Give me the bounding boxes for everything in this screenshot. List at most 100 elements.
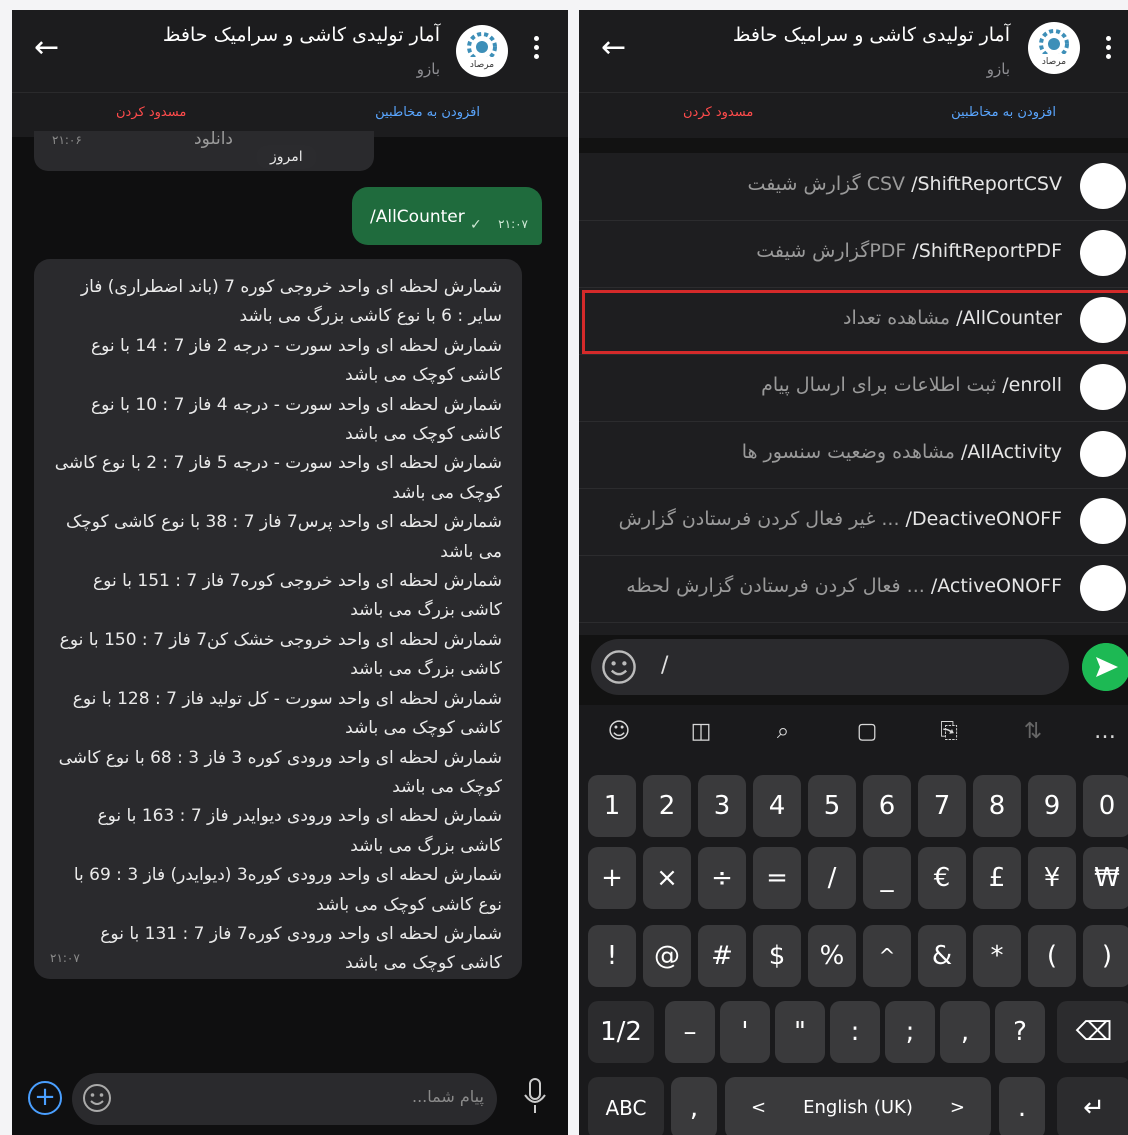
chat-header: ← آمار تولیدی کاشی و سرامیک حافظ بازو مر… — [579, 10, 1128, 92]
key-3[interactable]: 3 — [698, 775, 746, 837]
clipboard-icon[interactable]: ▢ — [853, 719, 881, 747]
key-abc[interactable]: ABC — [588, 1077, 664, 1135]
keyboard: ☺ ◫ ⌕ ▢ ⎘ ⇅ … 1 2 3 4 5 6 7 8 9 0 + × ÷ … — [579, 705, 1128, 1135]
key-1[interactable]: 1 — [588, 775, 636, 837]
attach-plus-icon[interactable]: + — [28, 1081, 62, 1115]
back-arrow-icon[interactable]: ← — [34, 30, 59, 65]
back-arrow-icon[interactable]: ← — [601, 30, 626, 65]
key-2[interactable]: 2 — [643, 775, 691, 837]
command-item[interactable]: گزارش شیفتPDF /ShiftReportPDF — [579, 220, 1128, 288]
bot-avatar — [1080, 565, 1126, 611]
add-contact-button[interactable]: افزودن به مخاطبین — [951, 105, 1056, 120]
key-caret[interactable]: ^ — [863, 925, 911, 987]
command-item[interactable]: فعال کردن فرستادن گزارش لحظه ... /Active… — [579, 555, 1128, 623]
key-5[interactable]: 5 — [808, 775, 856, 837]
outgoing-message-bubble[interactable]: /AllCounter ✓ ۲۱:۰۷ — [352, 187, 542, 245]
key-yen[interactable]: ¥ — [1028, 847, 1076, 909]
key-semicolon[interactable]: ; — [885, 1001, 935, 1063]
key-multiply[interactable]: × — [643, 847, 691, 909]
emoji-icon[interactable] — [601, 649, 637, 685]
key-euro[interactable]: € — [918, 847, 966, 909]
command-text: مشاهده وضعیت سنسور ها /AllActivity — [742, 441, 1062, 463]
key-at[interactable]: @ — [643, 925, 691, 987]
key-6[interactable]: 6 — [863, 775, 911, 837]
key-comma[interactable]: , — [940, 1001, 990, 1063]
key-apostrophe[interactable]: ' — [720, 1001, 770, 1063]
key-slash[interactable]: / — [808, 847, 856, 909]
microphone-icon[interactable] — [522, 1077, 548, 1117]
key-4[interactable]: 4 — [753, 775, 801, 837]
key-divide[interactable]: ÷ — [698, 847, 746, 909]
key-equals[interactable]: = — [753, 847, 801, 909]
command-item[interactable]: ثبت اطلاعات برای ارسال پیام /enroll — [579, 354, 1128, 422]
sent-check-icon: ✓ — [470, 217, 482, 233]
key-dollar[interactable]: $ — [753, 925, 801, 987]
key-question[interactable]: ? — [995, 1001, 1045, 1063]
key-quote[interactable]: " — [775, 1001, 825, 1063]
key-ampersand[interactable]: & — [918, 925, 966, 987]
bot-avatar[interactable]: مرصاد — [456, 25, 508, 77]
composer: + پیام شما... — [12, 1063, 568, 1135]
block-button[interactable]: مسدود کردن — [116, 105, 186, 120]
space-bar[interactable]: < English (UK) > — [725, 1077, 991, 1135]
command-name: /ShiftReportPDF — [912, 240, 1062, 262]
more-menu-icon[interactable] — [1106, 36, 1112, 63]
message-time: ۲۱:۰۶ — [52, 133, 82, 147]
add-contact-button[interactable]: افزودن به مخاطبین — [375, 105, 480, 120]
bot-avatar — [1080, 431, 1126, 477]
translate-icon[interactable]: ⎘ — [935, 719, 963, 747]
bot-avatar[interactable]: مرصاد — [1028, 22, 1080, 74]
key-7[interactable]: 7 — [918, 775, 966, 837]
key-period[interactable]: . — [999, 1077, 1045, 1135]
message-input[interactable]: / — [591, 639, 1069, 695]
key-asterisk[interactable]: * — [973, 925, 1021, 987]
more-options-icon[interactable]: … — [1091, 719, 1119, 747]
command-name: /AllActivity — [960, 441, 1062, 463]
command-text: ثبت اطلاعات برای ارسال پیام /enroll — [761, 374, 1062, 396]
key-comma-bottom[interactable]: , — [671, 1077, 717, 1135]
more-menu-icon[interactable] — [534, 36, 540, 63]
command-item[interactable]: غیر فعال کردن فرستادن گزارش ... /Deactiv… — [579, 488, 1128, 556]
key-0[interactable]: 0 — [1083, 775, 1128, 837]
emoji-icon[interactable]: ☺ — [605, 719, 633, 747]
emoji-icon[interactable] — [82, 1083, 112, 1113]
key-page-toggle[interactable]: 1/2 — [588, 1001, 654, 1063]
language-prev-icon: < — [751, 1097, 767, 1118]
command-item[interactable]: گزارش شیفت CSV /ShiftReportCSV — [579, 153, 1128, 221]
key-percent[interactable]: % — [808, 925, 856, 987]
message-input[interactable]: پیام شما... — [72, 1073, 497, 1125]
incoming-message-bubble[interactable]: شمارش لحظه ای واحد خروجی کوره 7 (باند اض… — [34, 259, 522, 979]
key-8[interactable]: 8 — [973, 775, 1021, 837]
download-label[interactable]: دانلود — [194, 129, 233, 149]
sticker-icon[interactable]: ◫ — [687, 719, 715, 747]
block-button[interactable]: مسدود کردن — [683, 105, 753, 120]
key-pound[interactable]: £ — [973, 847, 1021, 909]
key-colon[interactable]: : — [830, 1001, 880, 1063]
message-time: ۲۱:۰۷ — [498, 217, 528, 231]
text-editing-icon[interactable]: ⇅ — [1019, 719, 1047, 747]
key-open-paren[interactable]: ( — [1028, 925, 1076, 987]
backspace-icon[interactable]: ⌫ — [1057, 1001, 1128, 1063]
avatar-label: مرصاد — [470, 60, 494, 70]
chat-subtitle: بازو — [986, 60, 1010, 78]
key-dash[interactable]: – — [665, 1001, 715, 1063]
key-won[interactable]: ₩ — [1083, 847, 1128, 909]
key-plus[interactable]: + — [588, 847, 636, 909]
command-item[interactable]: مشاهده وضعیت سنسور ها /AllActivity — [579, 421, 1128, 489]
command-desc: غیر فعال کردن فرستادن گزارش ... — [618, 508, 900, 530]
input-value: / — [661, 653, 669, 678]
send-icon[interactable] — [1082, 643, 1128, 691]
command-desc: گزارش شیفتPDF — [756, 240, 907, 262]
key-underscore[interactable]: _ — [863, 847, 911, 909]
key-9[interactable]: 9 — [1028, 775, 1076, 837]
key-close-paren[interactable]: ) — [1083, 925, 1128, 987]
key-hash[interactable]: # — [698, 925, 746, 987]
key-exclamation[interactable]: ! — [588, 925, 636, 987]
search-icon[interactable]: ⌕ — [769, 719, 797, 747]
enter-icon[interactable]: ↵ — [1057, 1077, 1128, 1135]
command-text: گزارش شیفتPDF /ShiftReportPDF — [756, 240, 1062, 262]
message-list[interactable]: ۲۱:۰۶ دانلود امروز /AllCounter ✓ ۲۱:۰۷ ش… — [12, 129, 568, 1135]
command-desc: مشاهده وضعیت سنسور ها — [741, 441, 955, 463]
previous-message-bubble[interactable]: ۲۱:۰۶ دانلود — [34, 129, 374, 171]
right-command-screen: ← آمار تولیدی کاشی و سرامیک حافظ بازو مر… — [579, 10, 1128, 1135]
